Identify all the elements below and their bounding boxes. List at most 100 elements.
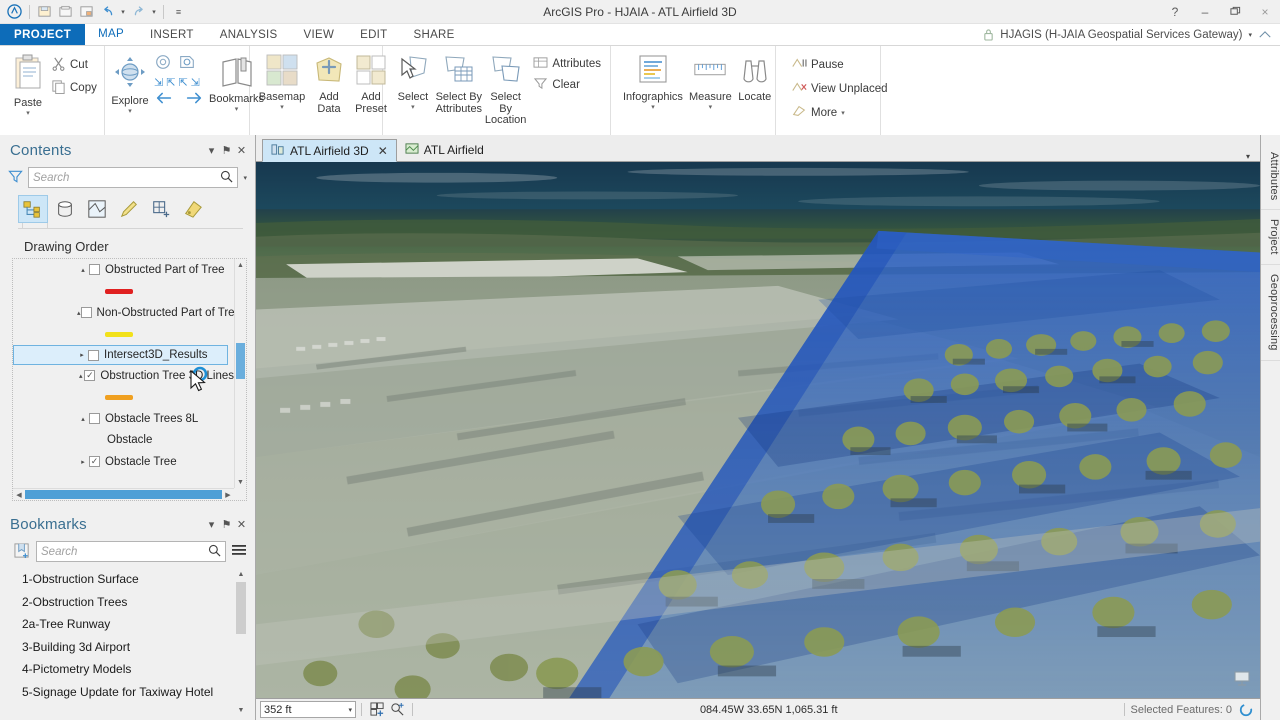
zoom-se-icon[interactable]: ⇲: [191, 76, 200, 89]
bookmarks-menu-button[interactable]: ▾: [204, 515, 219, 533]
undo-dropdown-icon[interactable]: ▾: [119, 2, 127, 21]
cut-button[interactable]: Cut: [49, 54, 101, 76]
cloud-icon[interactable]: [1258, 29, 1272, 40]
bookmark-item[interactable]: 5-Signage Update for Taxiway Hotel: [4, 681, 247, 704]
add-data-button[interactable]: Add Data: [311, 51, 347, 117]
list-by-drawing-order-icon[interactable]: [18, 195, 48, 223]
clear-selection-button[interactable]: Clear: [531, 75, 605, 95]
ribbon-tab-insert[interactable]: INSERT: [137, 24, 207, 45]
ribbon-tab-view[interactable]: VIEW: [291, 24, 348, 45]
copy-button[interactable]: Copy: [49, 77, 101, 99]
contents-close-button[interactable]: ✕: [234, 141, 249, 159]
previous-extent-icon[interactable]: [154, 91, 174, 108]
explore-caret-icon[interactable]: ▾: [128, 108, 132, 115]
overlay-badge-icon[interactable]: [1232, 667, 1254, 692]
scroll-down-icon[interactable]: ▼: [235, 476, 246, 488]
list-by-data-source-icon[interactable]: [50, 195, 80, 223]
close-icon[interactable]: ✕: [378, 144, 388, 158]
layer-row-obstructed-part-of-tree[interactable]: ▴ Obstructed Part of Tree: [13, 259, 234, 281]
list-options-icon[interactable]: [231, 543, 247, 560]
ribbon-tab-share[interactable]: SHARE: [401, 24, 468, 45]
scene-view-3d[interactable]: [256, 162, 1260, 698]
customize-qat-icon[interactable]: ≡: [169, 2, 188, 21]
bookmark-item[interactable]: 1-Obstruction Surface: [4, 568, 247, 591]
add-preset-status-icon[interactable]: [367, 701, 387, 719]
restore-button[interactable]: [1220, 0, 1250, 24]
locate-button[interactable]: Locate: [737, 51, 773, 106]
save-icon[interactable]: [35, 2, 54, 21]
full-extent-icon[interactable]: [154, 53, 172, 74]
measure-caret-icon[interactable]: ▾: [709, 104, 713, 111]
contents-search-caret-icon[interactable]: ▾: [243, 174, 247, 182]
layer-row-obstacle-tree[interactable]: ▸ ✓ Obstacle Tree: [13, 451, 234, 473]
minimize-button[interactable]: –: [1190, 0, 1220, 24]
bookmark-item[interactable]: 2-Obstruction Trees: [4, 591, 247, 614]
paste-button[interactable]: Paste ▾: [9, 51, 47, 119]
layer-visibility-checkbox[interactable]: [89, 413, 100, 425]
pause-labeling-button[interactable]: Pause: [789, 54, 892, 75]
bookmarks-list[interactable]: 1-Obstruction Surface 2-Obstruction Tree…: [4, 568, 247, 716]
open-project-icon[interactable]: [56, 2, 75, 21]
help-button[interactable]: ?: [1160, 0, 1190, 24]
bookmarks-scroll-thumb[interactable]: [236, 582, 246, 634]
bookmarks-search-input[interactable]: [41, 545, 208, 558]
view-tab-atl-airfield[interactable]: ATL Airfield: [397, 138, 492, 161]
layer-tree-horizontal-scrollbar[interactable]: ◀ ▶: [13, 488, 234, 500]
explore-button[interactable]: Explore ▾: [110, 51, 150, 117]
measure-button[interactable]: Measure ▾: [688, 51, 733, 113]
view-tab-atl-airfield-3d[interactable]: ATL Airfield 3D ✕: [262, 139, 397, 162]
contents-search-input[interactable]: [33, 171, 221, 184]
ribbon-tab-analysis[interactable]: ANALYSIS: [207, 24, 291, 45]
portal-caret-icon[interactable]: ▾: [1248, 31, 1252, 39]
scale-caret-icon[interactable]: ▾: [342, 706, 352, 714]
close-button[interactable]: ×: [1250, 0, 1280, 24]
infographics-caret-icon[interactable]: ▾: [651, 104, 655, 111]
expand-arrow-icon[interactable]: ▴: [77, 266, 89, 274]
list-by-snapping-icon[interactable]: [146, 195, 176, 223]
view-unplaced-button[interactable]: View Unplaced: [789, 78, 892, 99]
infographics-button[interactable]: Infographics ▾: [622, 51, 684, 113]
list-by-labeling-icon[interactable]: [178, 195, 208, 223]
scroll-down-icon[interactable]: ▼: [235, 704, 247, 716]
ribbon-tab-project[interactable]: PROJECT: [0, 24, 86, 45]
save-as-icon[interactable]: [77, 2, 96, 21]
bookmarks-caret-icon[interactable]: ▾: [235, 106, 239, 113]
portal-indicator[interactable]: HJAGIS (H-JAIA Geospatial Services Gatew…: [983, 24, 1280, 45]
layer-visibility-checkbox[interactable]: ✓: [89, 456, 100, 468]
expand-arrow-icon[interactable]: ▴: [77, 372, 84, 380]
ribbon-tab-edit[interactable]: EDIT: [347, 24, 400, 45]
select-by-attributes-button[interactable]: Select By Attributes: [436, 51, 482, 117]
expand-arrow-icon[interactable]: ▴: [77, 415, 89, 423]
scroll-up-icon[interactable]: ▲: [235, 259, 246, 271]
bookmarks-close-button[interactable]: ✕: [234, 515, 249, 533]
right-dock-tab-project[interactable]: Project: [1261, 210, 1280, 266]
undo-icon[interactable]: [98, 2, 117, 21]
more-labeling-caret-icon[interactable]: ▾: [841, 109, 845, 117]
exploratory-analysis-icon[interactable]: [387, 701, 407, 719]
scroll-up-icon[interactable]: ▲: [235, 568, 247, 580]
zoom-out-arrows-icon[interactable]: ⇱: [166, 76, 175, 89]
select-button[interactable]: Select ▾: [392, 51, 434, 113]
layer-row-obstruction-tree-3d-lines[interactable]: ▴ ✓ Obstruction Tree 3D Lines: [13, 365, 234, 387]
bookmark-item[interactable]: 3-Building 3d Airport: [4, 636, 247, 659]
layer-tree[interactable]: ▴ Obstructed Part of Tree ▴ Non-Obstruct…: [12, 258, 247, 501]
contents-search-box[interactable]: [28, 167, 239, 188]
bookmark-item[interactable]: 4-Pictometry Models: [4, 658, 247, 681]
zoom-nw-icon[interactable]: ⇱: [178, 76, 187, 89]
scale-selector[interactable]: 352 ft ▾: [260, 701, 356, 718]
select-caret-icon[interactable]: ▾: [411, 104, 415, 111]
right-dock-tab-attributes[interactable]: Attributes: [1261, 143, 1280, 211]
select-by-location-button[interactable]: Select By Location: [484, 51, 528, 129]
contents-menu-button[interactable]: ▾: [204, 141, 219, 159]
layer-visibility-checkbox[interactable]: [89, 264, 100, 276]
attributes-button[interactable]: Attributes: [531, 54, 605, 74]
redo-icon[interactable]: [129, 2, 148, 21]
filter-icon[interactable]: [8, 169, 23, 187]
layer-visibility-checkbox[interactable]: [80, 307, 92, 319]
expand-arrow-icon[interactable]: ▸: [76, 351, 88, 359]
horizontal-scroll-thumb[interactable]: [25, 490, 222, 499]
redo-dropdown-icon[interactable]: ▾: [150, 2, 158, 21]
search-icon[interactable]: [208, 544, 221, 560]
bookmarks-pin-button[interactable]: ⚑: [219, 515, 234, 533]
scroll-right-icon[interactable]: ▶: [222, 489, 234, 500]
